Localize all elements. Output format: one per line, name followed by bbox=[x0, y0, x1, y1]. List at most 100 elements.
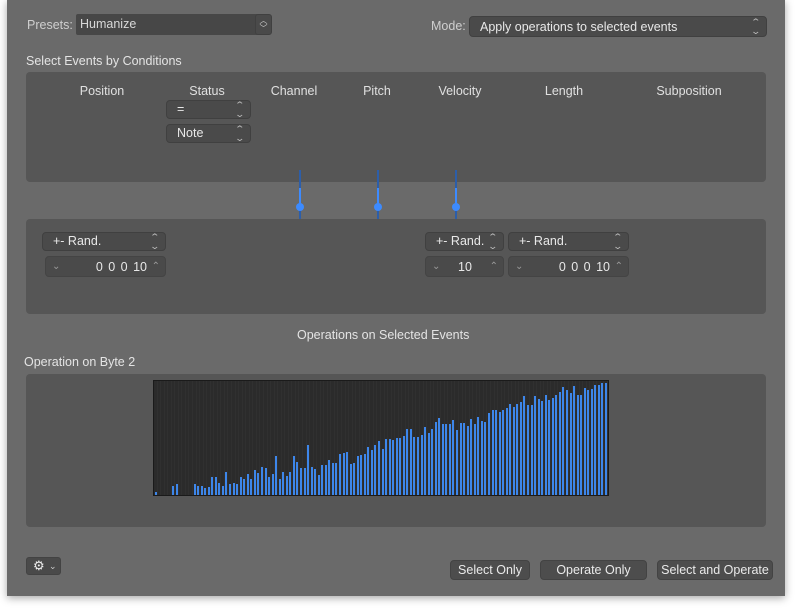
column-pitch: Pitch bbox=[363, 84, 391, 98]
mode-popup[interactable]: Apply operations to selected events ⌃ ⌄ bbox=[469, 16, 767, 37]
graph-bar bbox=[580, 395, 583, 495]
graph-gridline bbox=[160, 381, 161, 495]
velocity-operation-popup[interactable]: +- Rand. ⌃ ⌄ bbox=[425, 232, 504, 251]
select-only-button[interactable]: Select Only bbox=[450, 560, 530, 580]
graph-gridline bbox=[231, 381, 232, 495]
graph-bar bbox=[523, 396, 526, 495]
graph-bar bbox=[466, 426, 469, 495]
position-link-slider[interactable] bbox=[296, 170, 304, 226]
graph-bar bbox=[420, 435, 423, 495]
graph-bar bbox=[388, 439, 391, 495]
graph-bar bbox=[551, 398, 554, 495]
graph-bar bbox=[438, 418, 441, 495]
graph-bar bbox=[530, 405, 533, 495]
graph-bar bbox=[360, 455, 363, 495]
velocity-value: 10 bbox=[458, 260, 472, 274]
presets-field[interactable]: Humanize bbox=[76, 14, 259, 35]
graph-bar bbox=[409, 428, 412, 495]
mode-value: Apply operations to selected events bbox=[480, 20, 678, 34]
graph-gridline bbox=[163, 381, 165, 495]
graph-bar bbox=[385, 439, 387, 495]
graph-bar bbox=[502, 410, 505, 495]
graph-bar bbox=[555, 394, 558, 495]
position-operation-value: +- Rand. bbox=[53, 234, 102, 248]
graph-bar bbox=[346, 451, 348, 495]
graph-bar bbox=[193, 484, 196, 495]
decrement-icon[interactable]: ⌄ bbox=[52, 257, 60, 277]
graph-bar bbox=[236, 484, 239, 495]
graph-bar bbox=[285, 475, 288, 495]
gear-icon: ⚙ bbox=[33, 558, 45, 573]
graph-bar bbox=[594, 384, 597, 495]
graph-bar bbox=[402, 435, 405, 495]
slider-knob[interactable] bbox=[374, 203, 382, 211]
status-operator-value: = bbox=[177, 102, 185, 116]
slider-knob[interactable] bbox=[296, 203, 304, 211]
increment-icon[interactable]: ⌃ bbox=[615, 257, 623, 277]
status-value-popup[interactable]: Note ⌃ ⌄ bbox=[166, 124, 251, 143]
graph-bar bbox=[526, 405, 529, 495]
graph-bar bbox=[335, 463, 338, 495]
increment-icon[interactable]: ⌃ bbox=[490, 257, 498, 277]
graph-gridline bbox=[184, 381, 186, 495]
presets-stepper[interactable]: ︿ ﹀ bbox=[255, 14, 272, 35]
column-position: Position bbox=[79, 84, 125, 98]
decrement-icon[interactable]: ⌄ bbox=[432, 257, 440, 277]
byte2-mapping-graph[interactable] bbox=[153, 380, 609, 496]
graph-bar bbox=[565, 390, 568, 495]
graph-bar bbox=[307, 444, 309, 495]
graph-bar bbox=[338, 454, 341, 495]
graph-bar bbox=[448, 424, 451, 495]
graph-bar bbox=[381, 449, 384, 495]
graph-bar bbox=[260, 466, 263, 495]
action-menu-button[interactable]: ⚙ ⌄ bbox=[26, 557, 61, 575]
graph-gridline bbox=[192, 381, 193, 495]
velocity-value-field[interactable]: ⌄ 10 ⌃ bbox=[425, 256, 504, 277]
graph-bar bbox=[271, 473, 274, 495]
length-value: 0 0 0 10 bbox=[558, 260, 610, 274]
chevron-down-icon: ﹀ bbox=[259, 24, 268, 33]
graph-gridline bbox=[248, 381, 250, 495]
graph-bar bbox=[303, 467, 306, 495]
graph-gridline bbox=[607, 381, 608, 495]
length-operation-popup[interactable]: +- Rand. ⌃ ⌄ bbox=[508, 232, 629, 251]
graph-bar bbox=[413, 436, 416, 495]
graph-bar bbox=[452, 420, 455, 495]
graph-gridline bbox=[177, 381, 179, 495]
decrement-icon[interactable]: ⌄ bbox=[515, 257, 523, 277]
length-value-field[interactable]: ⌄ 0 0 0 10 ⌃ bbox=[508, 256, 629, 277]
operate-only-button[interactable]: Operate Only bbox=[540, 560, 647, 580]
column-subposition: Subposition bbox=[656, 84, 722, 98]
graph-bar bbox=[172, 486, 175, 495]
graph-bar bbox=[441, 424, 444, 495]
status-operator-popup[interactable]: = ⌃ ⌄ bbox=[166, 100, 251, 119]
graph-bar bbox=[484, 421, 487, 495]
position-value-field[interactable]: ⌄ 0 0 0 10 ⌃ bbox=[45, 256, 166, 277]
graph-bar bbox=[431, 428, 434, 495]
graph-bar bbox=[246, 473, 249, 495]
graph-gridline bbox=[241, 381, 243, 495]
slider-knob[interactable] bbox=[452, 203, 460, 211]
graph-bar bbox=[480, 420, 483, 495]
pitch-link-slider[interactable] bbox=[374, 170, 382, 226]
graph-bar bbox=[544, 394, 547, 495]
updown-icon: ⌃ ⌄ bbox=[487, 231, 499, 251]
graph-bar bbox=[399, 437, 402, 495]
graph-gridline bbox=[167, 381, 169, 495]
graph-gridline bbox=[199, 381, 201, 495]
graph-bar bbox=[349, 464, 352, 495]
graph-bar bbox=[601, 383, 604, 495]
graph-bar bbox=[331, 463, 334, 495]
graph-bar bbox=[505, 407, 508, 495]
increment-icon[interactable]: ⌃ bbox=[152, 257, 160, 277]
graph-bar bbox=[225, 472, 228, 495]
position-operation-popup[interactable]: +- Rand. ⌃ ⌄ bbox=[42, 232, 166, 251]
graph-bar bbox=[243, 479, 246, 495]
velocity-link-slider[interactable] bbox=[452, 170, 460, 226]
select-and-operate-button[interactable]: Select and Operate bbox=[657, 560, 773, 580]
graph-bar bbox=[175, 484, 178, 495]
graph-bar bbox=[562, 387, 565, 495]
graph-bar bbox=[576, 394, 579, 495]
byte2-title: Operation on Byte 2 bbox=[24, 355, 136, 369]
graph-bar bbox=[218, 482, 221, 495]
